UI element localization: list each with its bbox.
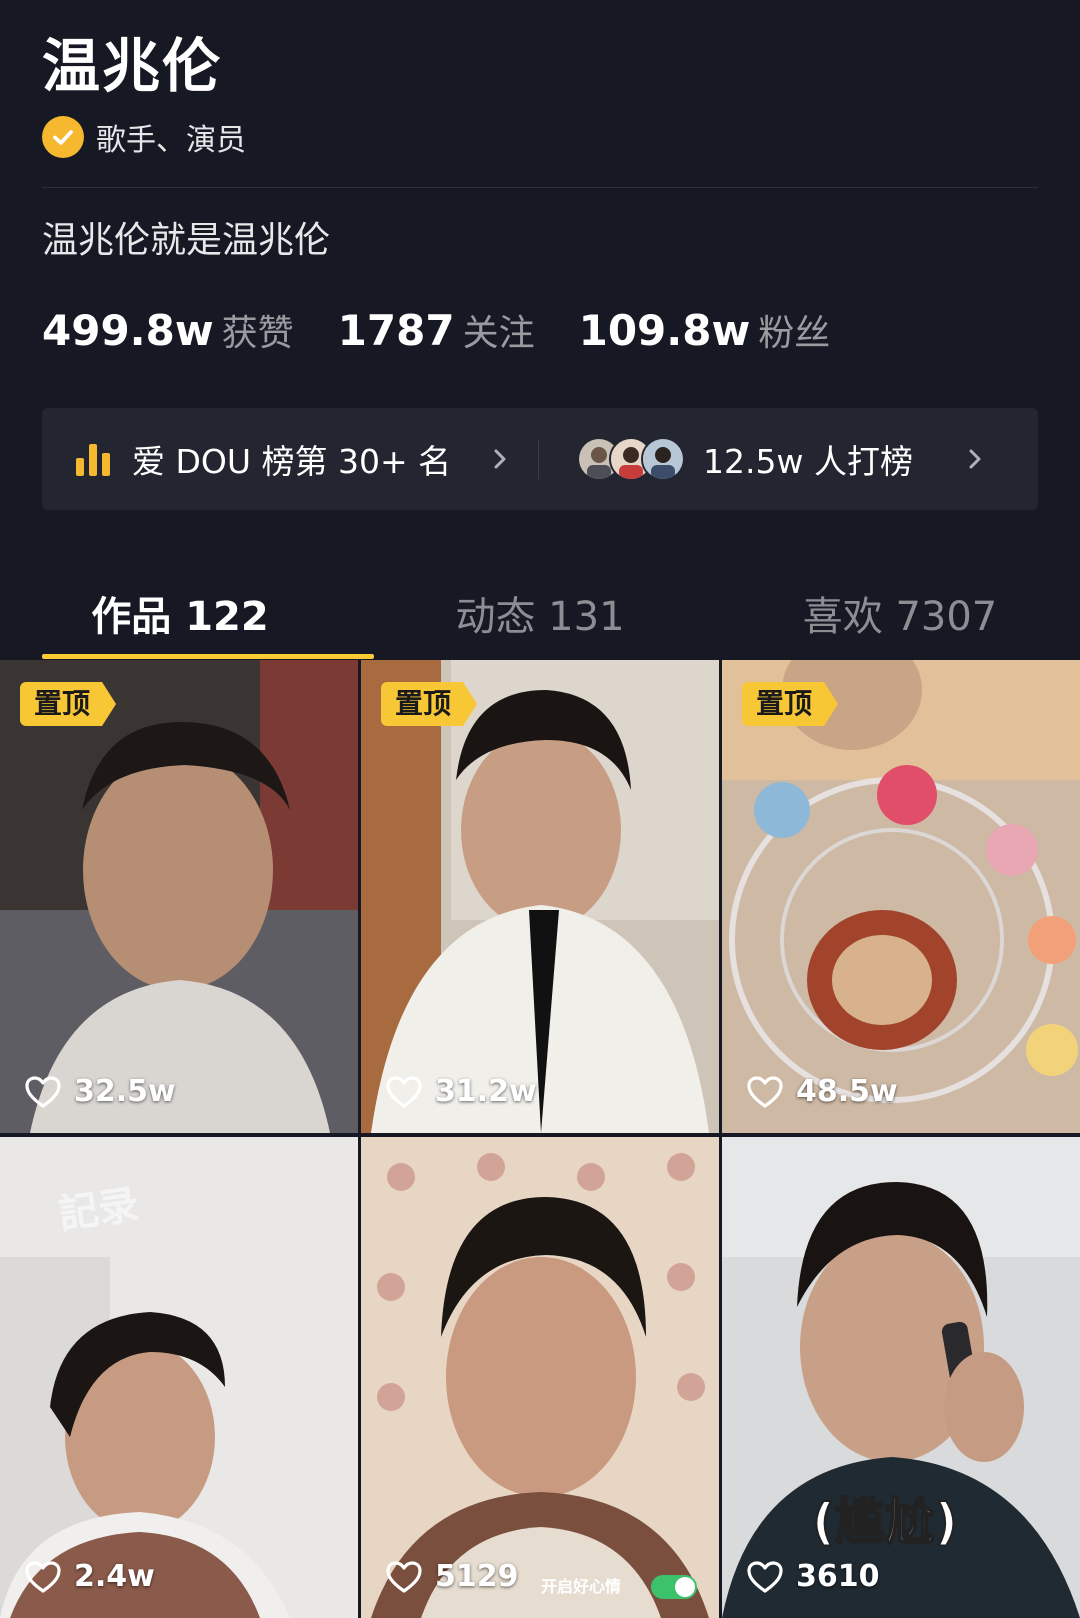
chevron-right-icon [969, 449, 981, 469]
tab-likes[interactable]: 喜欢 7307 [720, 570, 1080, 660]
content-tabs: 作品 122 动态 131 喜欢 7307 [0, 570, 1080, 660]
video-thumbnail [361, 1137, 719, 1618]
video-tile[interactable]: 置顶 48.5w [722, 660, 1080, 1133]
video-overlay-text: 开启好心情 [541, 1577, 622, 1596]
profile-bio: 温兆伦就是温兆伦 [42, 220, 331, 261]
tab-active-indicator [42, 654, 374, 659]
video-thumbnail [0, 1137, 358, 1618]
heart-icon [747, 1075, 783, 1108]
like-count: 31.2w [435, 1074, 537, 1109]
heart-icon [747, 1560, 783, 1593]
video-thumbnail [722, 660, 1080, 1133]
rank-position-text: 爱 DOU 榜第 30+ 名 [132, 442, 452, 481]
tab-works[interactable]: 作品 122 [0, 570, 360, 660]
heart-icon [386, 1075, 422, 1108]
verification-label: 歌手、演员 [96, 123, 246, 158]
profile-name: 温兆伦 [42, 32, 223, 100]
rank-supporters-text: 12.5w 人打榜 [703, 442, 913, 481]
video-tile[interactable]: 置顶 32.5w [0, 660, 358, 1133]
stat-likes-label: 获赞 [221, 313, 294, 354]
pinned-badge: 置顶 [742, 682, 838, 726]
divider [42, 187, 1038, 188]
like-count: 5129 [435, 1559, 519, 1594]
like-count: 2.4w [74, 1559, 155, 1594]
like-count: 48.5w [796, 1074, 898, 1109]
video-tile[interactable]: 置顶 31.2w [361, 660, 719, 1133]
stat-likes[interactable]: 499.8w 获赞 [42, 304, 294, 356]
toggle-icon [651, 1575, 697, 1599]
video-likes: 48.5w [746, 1074, 898, 1109]
pinned-badge: 置顶 [20, 682, 116, 726]
rank-bar: 爱 DOU 榜第 30+ 名 12.5w 人打榜 [42, 408, 1038, 510]
pinned-badge: 置顶 [381, 682, 477, 726]
video-overlay-text: (尴尬) [811, 1492, 959, 1552]
avatar [641, 437, 685, 481]
rank-supporters-button[interactable]: 12.5w 人打榜 [539, 408, 1038, 510]
stat-following[interactable]: 1787 关注 [338, 304, 535, 356]
video-likes: 2.4w [24, 1559, 155, 1594]
like-count: 3610 [796, 1559, 880, 1594]
tab-moments[interactable]: 动态 131 [360, 570, 720, 660]
stat-likes-number: 499.8w [42, 306, 214, 355]
rank-position-button[interactable]: 爱 DOU 榜第 30+ 名 [42, 408, 538, 510]
video-thumbnail [0, 660, 358, 1133]
stat-following-number: 1787 [337, 306, 455, 355]
like-count: 32.5w [74, 1074, 176, 1109]
verified-check-icon [42, 116, 84, 158]
heart-icon [386, 1560, 422, 1593]
bar-chart-icon [76, 444, 110, 476]
video-tile[interactable]: 开启好心情 5129 [361, 1137, 719, 1618]
heart-icon [25, 1075, 61, 1108]
verification-row: 歌手、演员 [42, 115, 246, 159]
chevron-right-icon [494, 449, 506, 469]
video-overlay-text: 記录 [55, 1181, 142, 1239]
stat-followers-number: 109.8w [578, 306, 751, 355]
stat-followers[interactable]: 109.8w 粉丝 [579, 304, 831, 356]
video-tile[interactable]: (尴尬) 3610 [722, 1137, 1080, 1618]
video-likes: 3610 [746, 1559, 880, 1594]
video-tile[interactable]: 記录 2.4w [0, 1137, 358, 1618]
video-thumbnail [361, 660, 719, 1133]
heart-icon [25, 1560, 61, 1593]
video-likes: 32.5w [24, 1074, 176, 1109]
stat-followers-label: 粉丝 [758, 313, 831, 354]
profile-stats: 499.8w 获赞 1787 关注 109.8w 粉丝 [42, 304, 874, 356]
video-likes: 31.2w [385, 1074, 537, 1109]
video-likes: 5129 [385, 1559, 519, 1594]
stat-following-label: 关注 [462, 313, 535, 354]
supporter-avatars [577, 437, 685, 481]
